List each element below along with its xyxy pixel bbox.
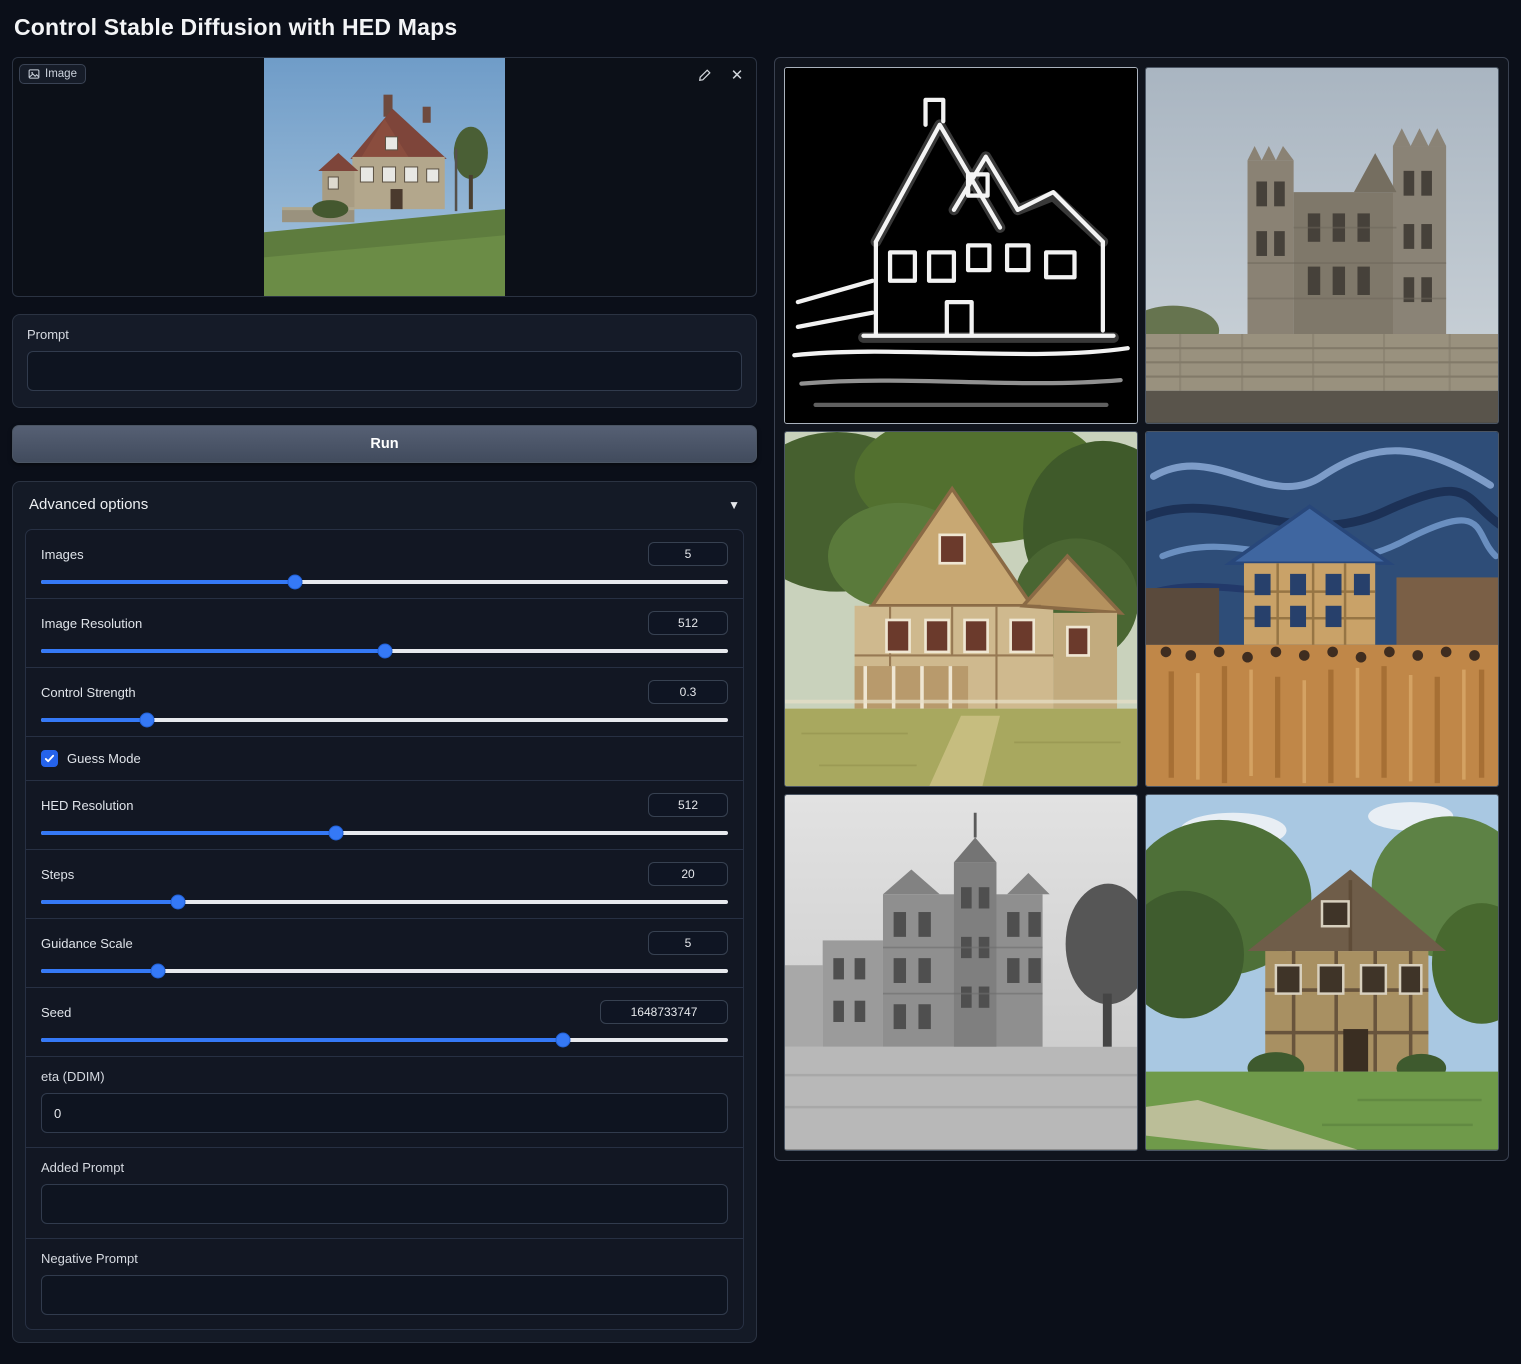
chevron-down-icon: ▼ [728,498,740,512]
image-icon [28,68,40,80]
images-slider[interactable] [41,580,728,584]
guidance-scale-slider[interactable] [41,969,728,973]
image-resolution-slider-thumb[interactable] [377,644,392,659]
image-input[interactable]: Image ✕ [12,57,757,297]
added-prompt-label: Added Prompt [41,1160,728,1175]
slider-row-hed-resolution: HED Resolution [26,781,743,850]
slider-row-guidance-scale: Guidance Scale [26,919,743,988]
output-gallery [774,57,1509,1161]
control-strength-label: Control Strength [41,685,136,700]
slider-row-seed: Seed [26,988,743,1057]
image-component-tag: Image [19,64,86,84]
clear-image-button[interactable]: ✕ [726,64,748,86]
control-strength-slider-thumb[interactable] [140,713,155,728]
swirl-painting-image [1146,432,1498,787]
image-resolution-slider[interactable] [41,649,728,653]
negative-prompt-input[interactable] [41,1275,728,1315]
prompt-input[interactable] [27,351,742,391]
negative-prompt-row: Negative Prompt [26,1239,743,1329]
seed-slider-thumb[interactable] [556,1033,571,1048]
gallery-item-swirl-painting[interactable] [1145,431,1499,788]
added-prompt-input[interactable] [41,1184,728,1224]
page-title: Control Stable Diffusion with HED Maps [14,14,1509,41]
uploaded-house-photo [264,58,505,296]
hed-edge-map-image [785,68,1137,423]
guidance-scale-value[interactable] [648,931,728,955]
prompt-panel: Prompt [12,314,757,408]
run-button[interactable]: Run [12,425,757,463]
gallery-item-hed-map[interactable] [784,67,1138,424]
seed-label: Seed [41,1005,71,1020]
painted-house-image [785,432,1137,787]
advanced-options-header[interactable]: Advanced options ▼ [13,482,756,525]
images-slider-thumb[interactable] [288,575,303,590]
pencil-icon [698,68,712,82]
hed-resolution-slider[interactable] [41,831,728,835]
guess-mode-label: Guess Mode [67,751,141,766]
edit-image-button[interactable] [694,64,716,86]
eta-label: eta (DDIM) [41,1069,728,1084]
slider-row-steps: Steps [26,850,743,919]
timber-house-image [1146,795,1498,1150]
guess-mode-row: Guess Mode [26,737,743,781]
images-value[interactable] [648,542,728,566]
advanced-options-label: Advanced options [29,496,148,513]
hed-resolution-value[interactable] [648,793,728,817]
slider-row-images: Images [26,530,743,599]
steps-label: Steps [41,867,74,882]
slider-row-image-resolution: Image Resolution [26,599,743,668]
seed-slider[interactable] [41,1038,728,1042]
hed-resolution-slider-thumb[interactable] [329,826,344,841]
gallery-item-grayscale-building[interactable] [784,794,1138,1151]
app: Control Stable Diffusion with HED Maps I… [0,0,1521,1364]
eta-input[interactable] [41,1093,728,1133]
image-component-label: Image [45,68,77,80]
steps-slider-thumb[interactable] [171,895,186,910]
guidance-scale-slider-thumb[interactable] [150,964,165,979]
added-prompt-row: Added Prompt [26,1148,743,1239]
control-strength-value[interactable] [648,680,728,704]
check-icon [44,753,55,764]
guidance-scale-label: Guidance Scale [41,936,133,951]
steps-slider[interactable] [41,900,728,904]
negative-prompt-label: Negative Prompt [41,1251,728,1266]
slider-row-control-strength: Control Strength [26,668,743,737]
gallery-item-castle[interactable] [1145,67,1499,424]
images-label: Images [41,547,84,562]
advanced-options-accordion: Advanced options ▼ Images [12,481,757,1343]
controls-column: Image ✕ [12,57,757,1343]
image-resolution-value[interactable] [648,611,728,635]
gallery-item-timber-house[interactable] [1145,794,1499,1151]
advanced-controls: Images Image Resolution [25,529,744,1330]
eta-row: eta (DDIM) [26,1057,743,1148]
steps-value[interactable] [648,862,728,886]
control-strength-slider[interactable] [41,718,728,722]
gallery-item-painted-house[interactable] [784,431,1138,788]
guess-mode-checkbox[interactable] [41,750,58,767]
castle-image [1146,68,1498,423]
grayscale-building-image [785,795,1137,1150]
seed-value[interactable] [600,1000,728,1024]
prompt-label: Prompt [27,327,742,342]
image-resolution-label: Image Resolution [41,616,142,631]
hed-resolution-label: HED Resolution [41,798,134,813]
